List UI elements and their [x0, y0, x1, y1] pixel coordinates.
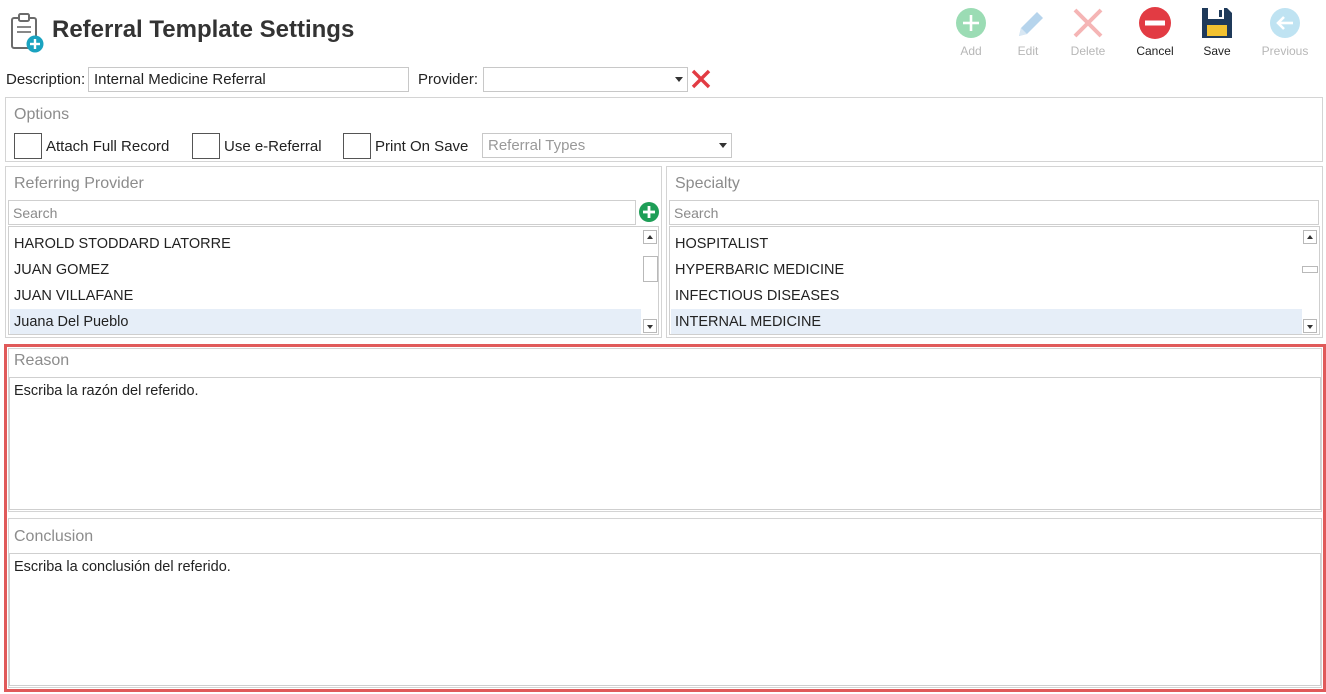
list-item[interactable]: Juana Del Pueblo [10, 309, 641, 334]
reason-textarea[interactable]: Escriba la razón del referido. [9, 377, 1321, 510]
clipboard-add-icon [10, 12, 44, 54]
referral-types-placeholder: Referral Types [488, 137, 586, 154]
description-label: Description: [6, 71, 86, 88]
delete-button[interactable]: Delete [1060, 6, 1116, 62]
description-field[interactable] [88, 67, 409, 92]
save-button[interactable]: Save [1189, 6, 1245, 62]
list-item[interactable]: HAROLD STODDARD LATORRE [10, 231, 641, 257]
print-on-save-label: Print On Save [375, 138, 469, 155]
chevron-down-icon [719, 143, 727, 148]
cancel-button[interactable]: Cancel [1127, 6, 1183, 62]
specialty-list: HOSPITALIST HYPERBARIC MEDICINE INFECTIO… [669, 226, 1320, 335]
use-e-referral-checkbox[interactable] [192, 133, 220, 159]
edit-label: Edit [1017, 44, 1039, 58]
attach-full-record-checkbox[interactable] [14, 133, 42, 159]
scroll-up-arrow[interactable] [1303, 230, 1317, 244]
scrollbar-thumb[interactable] [1302, 266, 1318, 273]
add-button[interactable]: Add [943, 6, 999, 62]
delete-label: Delete [1070, 44, 1106, 58]
referring-provider-list: HAROLD STODDARD LATORRE JUAN GOMEZ JUAN … [8, 226, 659, 335]
arrow-left-icon [1270, 8, 1300, 38]
scrollbar-thumb[interactable] [643, 256, 658, 282]
scroll-down-arrow[interactable] [643, 319, 657, 333]
save-label: Save [1203, 44, 1231, 58]
chevron-down-icon [675, 77, 683, 82]
add-label: Add [960, 44, 982, 58]
provider-label: Provider: [418, 71, 479, 88]
provider-select[interactable] [483, 67, 688, 92]
referring-provider-title: Referring Provider [14, 175, 144, 192]
scroll-up-arrow[interactable] [643, 230, 657, 244]
list-item[interactable]: INFECTIOUS DISEASES [671, 283, 1302, 309]
previous-label: Previous [1261, 44, 1309, 58]
attach-full-record-label: Attach Full Record [46, 138, 170, 155]
page-title: Referral Template Settings [52, 16, 355, 43]
cancel-icon [1139, 7, 1171, 39]
conclusion-textarea[interactable]: Escriba la conclusión del referido. [9, 553, 1321, 686]
conclusion-title: Conclusion [14, 528, 94, 545]
referral-types-select[interactable]: Referral Types [482, 133, 732, 158]
add-provider-button[interactable] [638, 201, 660, 223]
floppy-disk-icon [1202, 8, 1232, 38]
list-item[interactable]: INTERNAL MEDICINE [671, 309, 1302, 334]
cancel-label: Cancel [1136, 44, 1174, 58]
list-item[interactable]: JUAN VILLAFANE [10, 283, 641, 309]
list-item[interactable]: HOSPITALIST [671, 231, 1302, 257]
pencil-icon [1019, 12, 1043, 36]
previous-button[interactable]: Previous [1257, 6, 1313, 62]
plus-circle-icon [639, 202, 659, 222]
reason-title: Reason [14, 352, 70, 369]
delete-x-icon [1073, 8, 1103, 38]
options-title: Options [14, 106, 70, 123]
list-item[interactable]: JUAN GOMEZ [10, 257, 641, 283]
add-icon [956, 8, 986, 38]
clear-provider-icon[interactable] [690, 68, 712, 90]
print-on-save-checkbox[interactable] [343, 133, 371, 159]
specialty-search-input[interactable] [669, 200, 1319, 225]
scroll-down-arrow[interactable] [1303, 319, 1317, 333]
referring-provider-search-input[interactable] [8, 200, 636, 225]
specialty-title: Specialty [675, 175, 740, 192]
use-e-referral-label: Use e-Referral [224, 138, 322, 155]
edit-button[interactable]: Edit [1000, 6, 1056, 62]
list-item[interactable]: HYPERBARIC MEDICINE [671, 257, 1302, 283]
